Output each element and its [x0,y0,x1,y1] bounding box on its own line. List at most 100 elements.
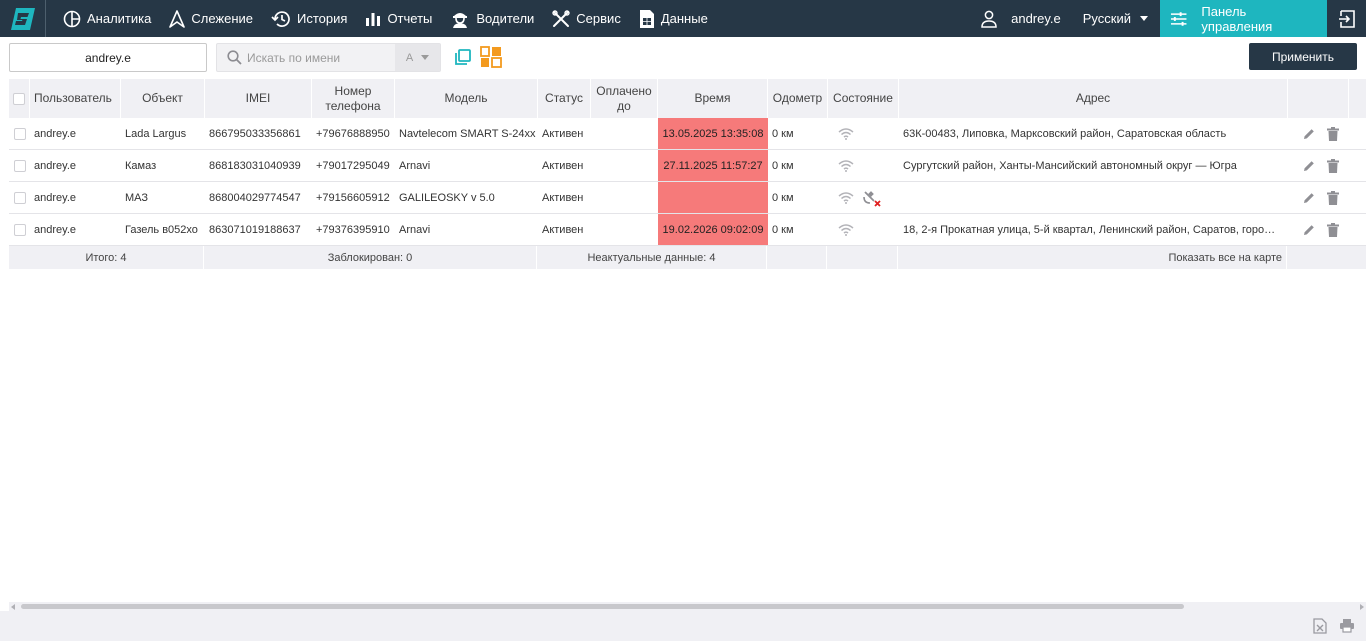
user-menu[interactable]: andrey.e [981,0,1073,37]
cell-paid [591,214,658,245]
col-imei[interactable]: IMEI [205,79,312,118]
edit-button[interactable] [1301,125,1317,143]
cell-imei: 866795033356861 [209,127,301,140]
col-address[interactable]: Адрес [899,79,1288,118]
row-checkbox[interactable] [13,127,26,140]
edit-button[interactable] [1301,189,1317,207]
row-select-cell [9,118,30,149]
cell-time: 27.11.2025 11:57:27 [658,150,768,181]
chevron-down-icon [421,55,430,60]
col-user[interactable]: Пользователь [30,79,121,118]
sort-dropdown[interactable]: A [395,44,440,71]
col-state[interactable]: Состояние [828,79,899,118]
table-row[interactable]: andrey.e Lada Largus 866795033356861 +79… [9,118,1366,150]
cell-time [658,182,768,213]
nav-data[interactable]: Данные [630,0,717,37]
horizontal-scrollbar[interactable] [9,602,1366,611]
language-select[interactable]: Русский [1073,0,1160,37]
scroll-right-icon[interactable] [1360,604,1364,610]
scrollbar-thumb[interactable] [21,604,1184,609]
bar-chart-icon [366,12,381,26]
row-checkbox[interactable] [13,223,26,236]
cell-actions [1288,150,1349,181]
col-object[interactable]: Объект [121,79,205,118]
nav-drivers[interactable]: Водители [441,0,543,37]
control-panel-button[interactable]: Панель управления [1160,0,1327,37]
col-paid[interactable]: Оплачено до [591,79,658,118]
col-time[interactable]: Время [658,79,768,118]
nav-analytics-label: Аналитика [87,11,152,26]
cell-odometer: 0 км [772,223,794,236]
delete-button[interactable] [1326,157,1342,175]
row-select-cell [9,214,30,245]
nav-reports-label: Отчеты [387,11,433,26]
user-icon [981,10,997,28]
grid-view-icon[interactable] [480,46,502,68]
nav-history[interactable]: История [262,0,356,37]
apply-button[interactable]: Применить [1249,43,1357,70]
cell-actions [1288,182,1349,213]
user-filter-input[interactable] [9,43,207,72]
cell-time: 19.02.2026 09:02:09 [658,214,768,245]
col-actions [1288,79,1349,118]
nav-drivers-label: Водители [476,11,535,26]
excel-export-icon[interactable] [1313,618,1327,634]
cell-phone: +79376395910 [316,223,390,236]
row-checkbox[interactable] [13,191,26,204]
cell-phone: +79676888950 [316,127,390,140]
trash-icon [1327,222,1340,237]
cell-address [899,182,1288,213]
col-status[interactable]: Статус [538,79,591,118]
nav-data-label: Данные [660,11,708,26]
chevron-down-icon [1140,16,1148,21]
app-logo[interactable] [0,0,46,37]
cell-object: Газель в052хо [125,223,198,236]
delete-button[interactable] [1326,221,1342,239]
table-row[interactable]: andrey.e Камаз 868183031040939 +79017295… [9,150,1366,182]
nav-tracking[interactable]: Слежение [160,0,262,37]
history-icon [271,10,290,27]
select-all-checkbox[interactable] [13,92,25,105]
row-checkbox[interactable] [13,159,26,172]
print-icon[interactable] [1339,618,1355,633]
show-all-on-map-link[interactable]: Показать все на карте [898,246,1287,269]
search-input[interactable] [247,44,397,71]
signal-icon [838,223,854,236]
logo-icon [10,7,35,30]
logout-button[interactable] [1327,0,1366,37]
sliders-icon [1170,11,1187,26]
cell-actions [1288,214,1349,245]
select-all-cell [9,79,30,118]
delete-button[interactable] [1326,125,1342,143]
control-panel-label: Панель управления [1201,3,1273,34]
list-view-icon[interactable] [455,49,471,65]
table-row[interactable]: andrey.e Газель в052хо 863071019188637 +… [9,214,1366,246]
row-select-cell [9,182,30,213]
table-row[interactable]: andrey.e МАЗ 868004029774547 +7915660591… [9,182,1366,214]
cell-model: Navtelecom SMART S-24xx [399,127,536,140]
pencil-icon [1303,128,1314,139]
scroll-left-icon[interactable] [11,604,15,610]
stale-data-count: Неактуальные данные: 4 [537,246,767,269]
blocked-count: Заблокирован: 0 [204,246,537,269]
row-select-cell [9,150,30,181]
cell-status: Активен [542,159,584,172]
delete-button[interactable] [1326,189,1342,207]
cell-user: andrey.e [34,127,76,140]
table-footer: Итого: 4 Заблокирован: 0 Неактуальные да… [9,246,1366,269]
edit-button[interactable] [1301,221,1317,239]
cell-address: 63К-00483, Липовка, Марксовский район, С… [903,127,1227,140]
cell-model: Arnavi [399,159,431,172]
col-odometer[interactable]: Одометр [768,79,828,118]
nav-history-label: История [297,11,348,26]
signal-icon [838,191,854,204]
nav-reports[interactable]: Отчеты [356,0,441,37]
cell-model: GALILEOSKY v 5.0 [399,191,495,204]
pencil-icon [1303,192,1314,203]
nav-analytics[interactable]: Аналитика [54,0,160,37]
col-phone[interactable]: Номер телефона [312,79,395,118]
trash-icon [1327,126,1340,141]
edit-button[interactable] [1301,157,1317,175]
col-model[interactable]: Модель [395,79,538,118]
nav-service[interactable]: Сервис [543,0,630,37]
